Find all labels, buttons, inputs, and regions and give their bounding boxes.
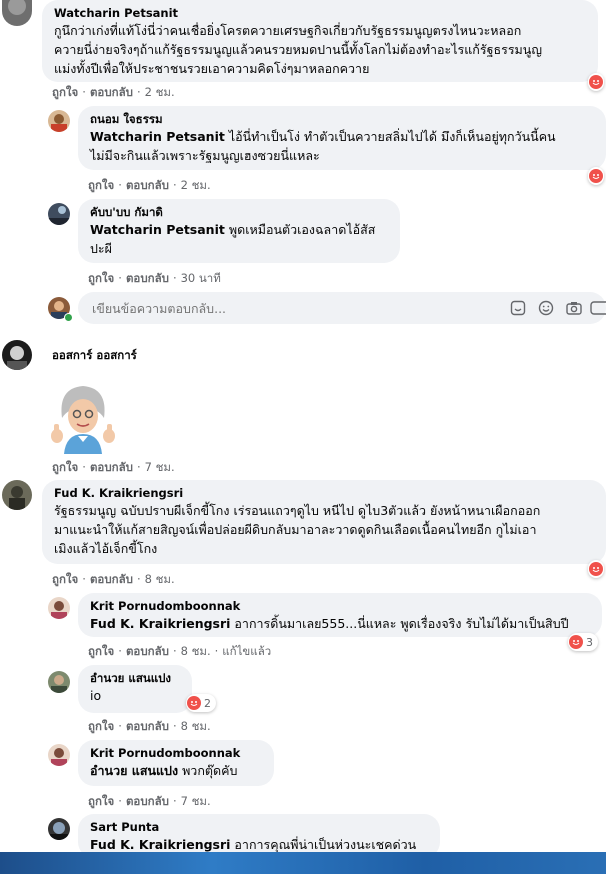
reply-link[interactable]: ตอบกลับ [126, 178, 169, 192]
timestamp[interactable]: 2 ชม. [181, 178, 211, 192]
reply-box [78, 292, 606, 324]
avatar[interactable] [48, 671, 70, 693]
reply-link[interactable]: ตอบกลับ [126, 271, 169, 285]
comment-bubble: Krit Pornudomboonnak Fud K. Kraikriengsr… [78, 593, 602, 637]
comment-text-line: ปะผี [90, 241, 112, 256]
reaction-badge[interactable]: 2 [186, 694, 216, 712]
avatar[interactable] [48, 203, 70, 225]
reply-link[interactable]: ตอบกลับ [126, 644, 169, 658]
comment-text-line: มาแนะนำให้แก้สายสิญจน์เพื่อปล่อยผีดิบกลั… [54, 522, 537, 537]
comment-author[interactable]: คับบ'บบ กัมาดิ [90, 205, 388, 220]
comment-text-line: รัฐธรรมนูญ ฉบับปราบผีเจ็กขี้โกง เร่รอนแถ… [54, 503, 541, 518]
like-link[interactable]: ถูกใจ [88, 644, 114, 658]
mention-link[interactable]: Watcharin Petsanit [90, 129, 225, 144]
haha-emoji-icon [589, 75, 603, 89]
comment-actions: ถูกใจ · ตอบกลับ · 7 ชม. [52, 460, 175, 474]
reaction-badge[interactable]: 3 [568, 633, 598, 651]
mention-link[interactable]: Fud K. Kraikriengsri [90, 616, 230, 631]
reaction-badge[interactable] [588, 167, 604, 185]
reply-link[interactable]: ตอบกลับ [126, 719, 169, 733]
comment-text: พูดเหมือนตัวเองฉลาดไอ้สัส [224, 222, 376, 237]
comment-author[interactable]: Watcharin Petsanit [54, 6, 586, 21]
like-link[interactable]: ถูกใจ [88, 271, 114, 285]
avatar[interactable] [2, 0, 32, 26]
comment-actions: ถูกใจ · ตอบกลับ · 7 ชม. [88, 794, 211, 808]
comment-author[interactable]: Fud K. Kraikriengsri [54, 486, 594, 501]
comment-bubble: ถนอม ใจธรรม Watcharin Petsanit ไอ้นี่ทำเ… [78, 106, 606, 170]
comment-actions: ถูกใจ · ตอบกลับ · 8 ชม. · แก้ไขแล้ว [88, 644, 272, 658]
reaction-count: 3 [586, 635, 593, 649]
comment-actions: ถูกใจ · ตอบกลับ · 2 ชม. [88, 178, 211, 192]
online-status-dot [64, 313, 73, 322]
timestamp[interactable]: 2 ชม. [145, 85, 175, 99]
comment-text: พวกตุ๊ดคับ [178, 763, 238, 778]
timestamp[interactable]: 8 ชม. [181, 644, 211, 658]
comment-author[interactable]: อำนวย แสนแปง [90, 671, 180, 686]
reply-link[interactable]: ตอบกลับ [126, 794, 169, 808]
comment-bubble: Watcharin Petsanit กูนึกว่าเก่งที่แท้โง่… [42, 0, 598, 82]
timestamp[interactable]: 8 ชม. [145, 572, 175, 586]
reaction-badge[interactable] [588, 73, 604, 91]
like-link[interactable]: ถูกใจ [88, 794, 114, 808]
like-link[interactable]: ถูกใจ [52, 85, 78, 99]
timestamp[interactable]: 7 ชม. [181, 794, 211, 808]
avatar[interactable] [2, 480, 32, 510]
comment-text-line: ไม่มีจะกินแล้วเพราะรัฐมนูญเฮงซวยนี่แหละ [90, 148, 320, 163]
timestamp[interactable]: 8 ชม. [181, 719, 211, 733]
comment-text-line: เมิงแล้วไอ้เจ็กขี้โกง [54, 541, 158, 556]
haha-emoji-icon [187, 696, 201, 710]
comment-text-line: กูนึกว่าเก่งที่แท้โง่นี่ว่าคนเชื่อยิ่งโค… [54, 23, 522, 38]
comment-actions: ถูกใจ · ตอบกลับ · 30 นาที [88, 271, 221, 285]
comment-text: อาการคุณพี่น่าเป็นห่วงนะเชคด่วน [230, 837, 417, 852]
comment-bubble: Fud K. Kraikriengsri รัฐธรรมนูญ ฉบับปราบ… [42, 480, 606, 564]
comment-bubble: Krit Pornudomboonnak อำนวย แสนแปง พวกตุ๊… [78, 740, 274, 786]
reaction-count: 2 [204, 696, 211, 710]
comment-author[interactable]: Krit Pornudomboonnak [90, 599, 590, 614]
comment-text: อาการดิ้นมาเลย555...นี่แหละ พูดเรื่องจริ… [230, 616, 569, 631]
like-link[interactable]: ถูกใจ [88, 719, 114, 733]
avatar[interactable] [48, 110, 70, 132]
comment-author[interactable]: Krit Pornudomboonnak [90, 746, 262, 761]
emoji-icon[interactable] [538, 300, 554, 316]
haha-emoji-icon [589, 169, 603, 183]
sticker-icon[interactable] [510, 300, 526, 316]
avatar[interactable] [48, 818, 70, 840]
haha-emoji-icon [589, 562, 603, 576]
comment-text-line: ควายนี่ง่ายจริงๆถ้าแก้รัฐธรรมนูญแล้วคนรว… [54, 42, 542, 57]
comment-text: ไอ้นี่ทำเป็นโง่ ทำตัวเป็นควายสลิ่มไปได้ … [224, 129, 556, 144]
timestamp[interactable]: 7 ชม. [145, 460, 175, 474]
reply-link[interactable]: ตอบกลับ [90, 572, 133, 586]
comment-bubble: อำนวย แสนแปง io [78, 665, 192, 713]
mention-link[interactable]: อำนวย แสนแปง [90, 763, 178, 778]
timestamp[interactable]: 30 นาที [181, 271, 221, 285]
mention-link[interactable]: Fud K. Kraikriengsri [90, 837, 230, 852]
like-link[interactable]: ถูกใจ [52, 460, 78, 474]
reply-link[interactable]: ตอบกลับ [90, 460, 133, 474]
comment-author[interactable]: Sart Punta [90, 820, 428, 835]
edited-label: แก้ไขแล้ว [222, 644, 272, 658]
comment-actions: ถูกใจ · ตอบกลับ · 8 ชม. [52, 572, 175, 586]
comment-author[interactable]: ออสการ์ ออสการ์ [52, 348, 137, 363]
haha-emoji-icon [569, 635, 583, 649]
avatar-sticker [48, 378, 118, 454]
comment-text-line: io [90, 688, 102, 703]
mention-link[interactable]: Watcharin Petsanit [90, 222, 225, 237]
camera-icon[interactable] [566, 300, 582, 316]
avatar[interactable] [48, 597, 70, 619]
avatar[interactable] [48, 744, 70, 766]
comment-author[interactable]: ถนอม ใจธรรม [90, 112, 594, 127]
reply-input[interactable] [90, 300, 474, 317]
like-link[interactable]: ถูกใจ [52, 572, 78, 586]
reaction-badge[interactable] [588, 560, 604, 578]
reply-link[interactable]: ตอบกลับ [90, 85, 133, 99]
comment-bubble: คับบ'บบ กัมาดิ Watcharin Petsanit พูดเหม… [78, 199, 400, 263]
gif-icon[interactable] [590, 300, 606, 316]
like-link[interactable]: ถูกใจ [88, 178, 114, 192]
comment-actions: ถูกใจ · ตอบกลับ · 2 ชม. [52, 85, 175, 99]
comment-actions: ถูกใจ · ตอบกลับ · 8 ชม. [88, 719, 211, 733]
comment-text-line: แม่งทั้งปีเพื่อให้ประชาชนรวยเอาความคิดโง… [54, 61, 370, 76]
avatar[interactable] [2, 340, 32, 370]
taskbar [0, 852, 606, 874]
